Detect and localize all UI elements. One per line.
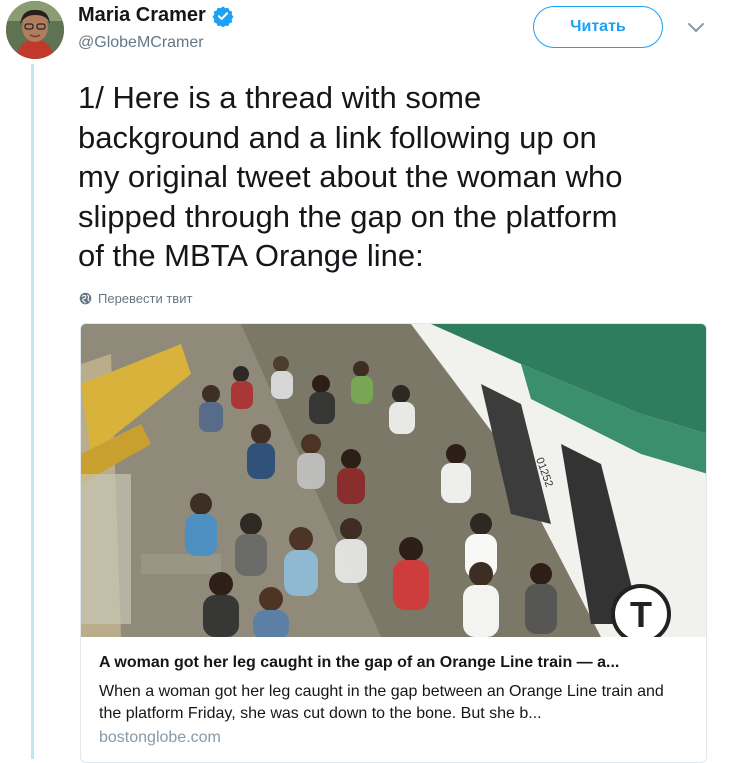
tweet-line: slipped through the gap on the platform [78, 198, 618, 234]
verified-badge-icon [212, 5, 234, 27]
avatar[interactable] [6, 1, 64, 59]
follow-button[interactable]: Читать [533, 6, 663, 48]
author-row[interactable]: Maria Cramer [78, 4, 234, 27]
mbta-logo-letter: T [630, 594, 652, 635]
author-handle[interactable]: @GlobeMCramer [78, 34, 204, 52]
card-domain[interactable]: bostonglobe.com [99, 729, 221, 747]
thread-line [31, 64, 34, 759]
tweet-line: my original tweet about the woman who [78, 159, 623, 194]
link-card[interactable]: T 01252 A woman got her leg caught in th… [80, 323, 707, 763]
card-description: When a woman got her leg caught in the g… [99, 683, 664, 722]
translate-label[interactable]: Перевести твит [98, 291, 192, 306]
tweet-line: background and a link following up on [78, 119, 597, 155]
card-image[interactable]: T 01252 [81, 324, 707, 637]
tweet-line: 1/ Here is a thread with some [78, 80, 482, 115]
translate-tweet-link[interactable]: Перевести твит [79, 291, 192, 306]
tweet-line: of the MBTA Orange line: [78, 238, 424, 273]
tweet-text: 1/ Here is a thread with some background… [78, 78, 718, 276]
card-title[interactable]: A woman got her leg caught in the gap of… [99, 654, 689, 672]
chevron-down-icon[interactable] [687, 22, 705, 34]
author-name[interactable]: Maria Cramer [78, 4, 206, 27]
globe-icon [79, 292, 92, 305]
